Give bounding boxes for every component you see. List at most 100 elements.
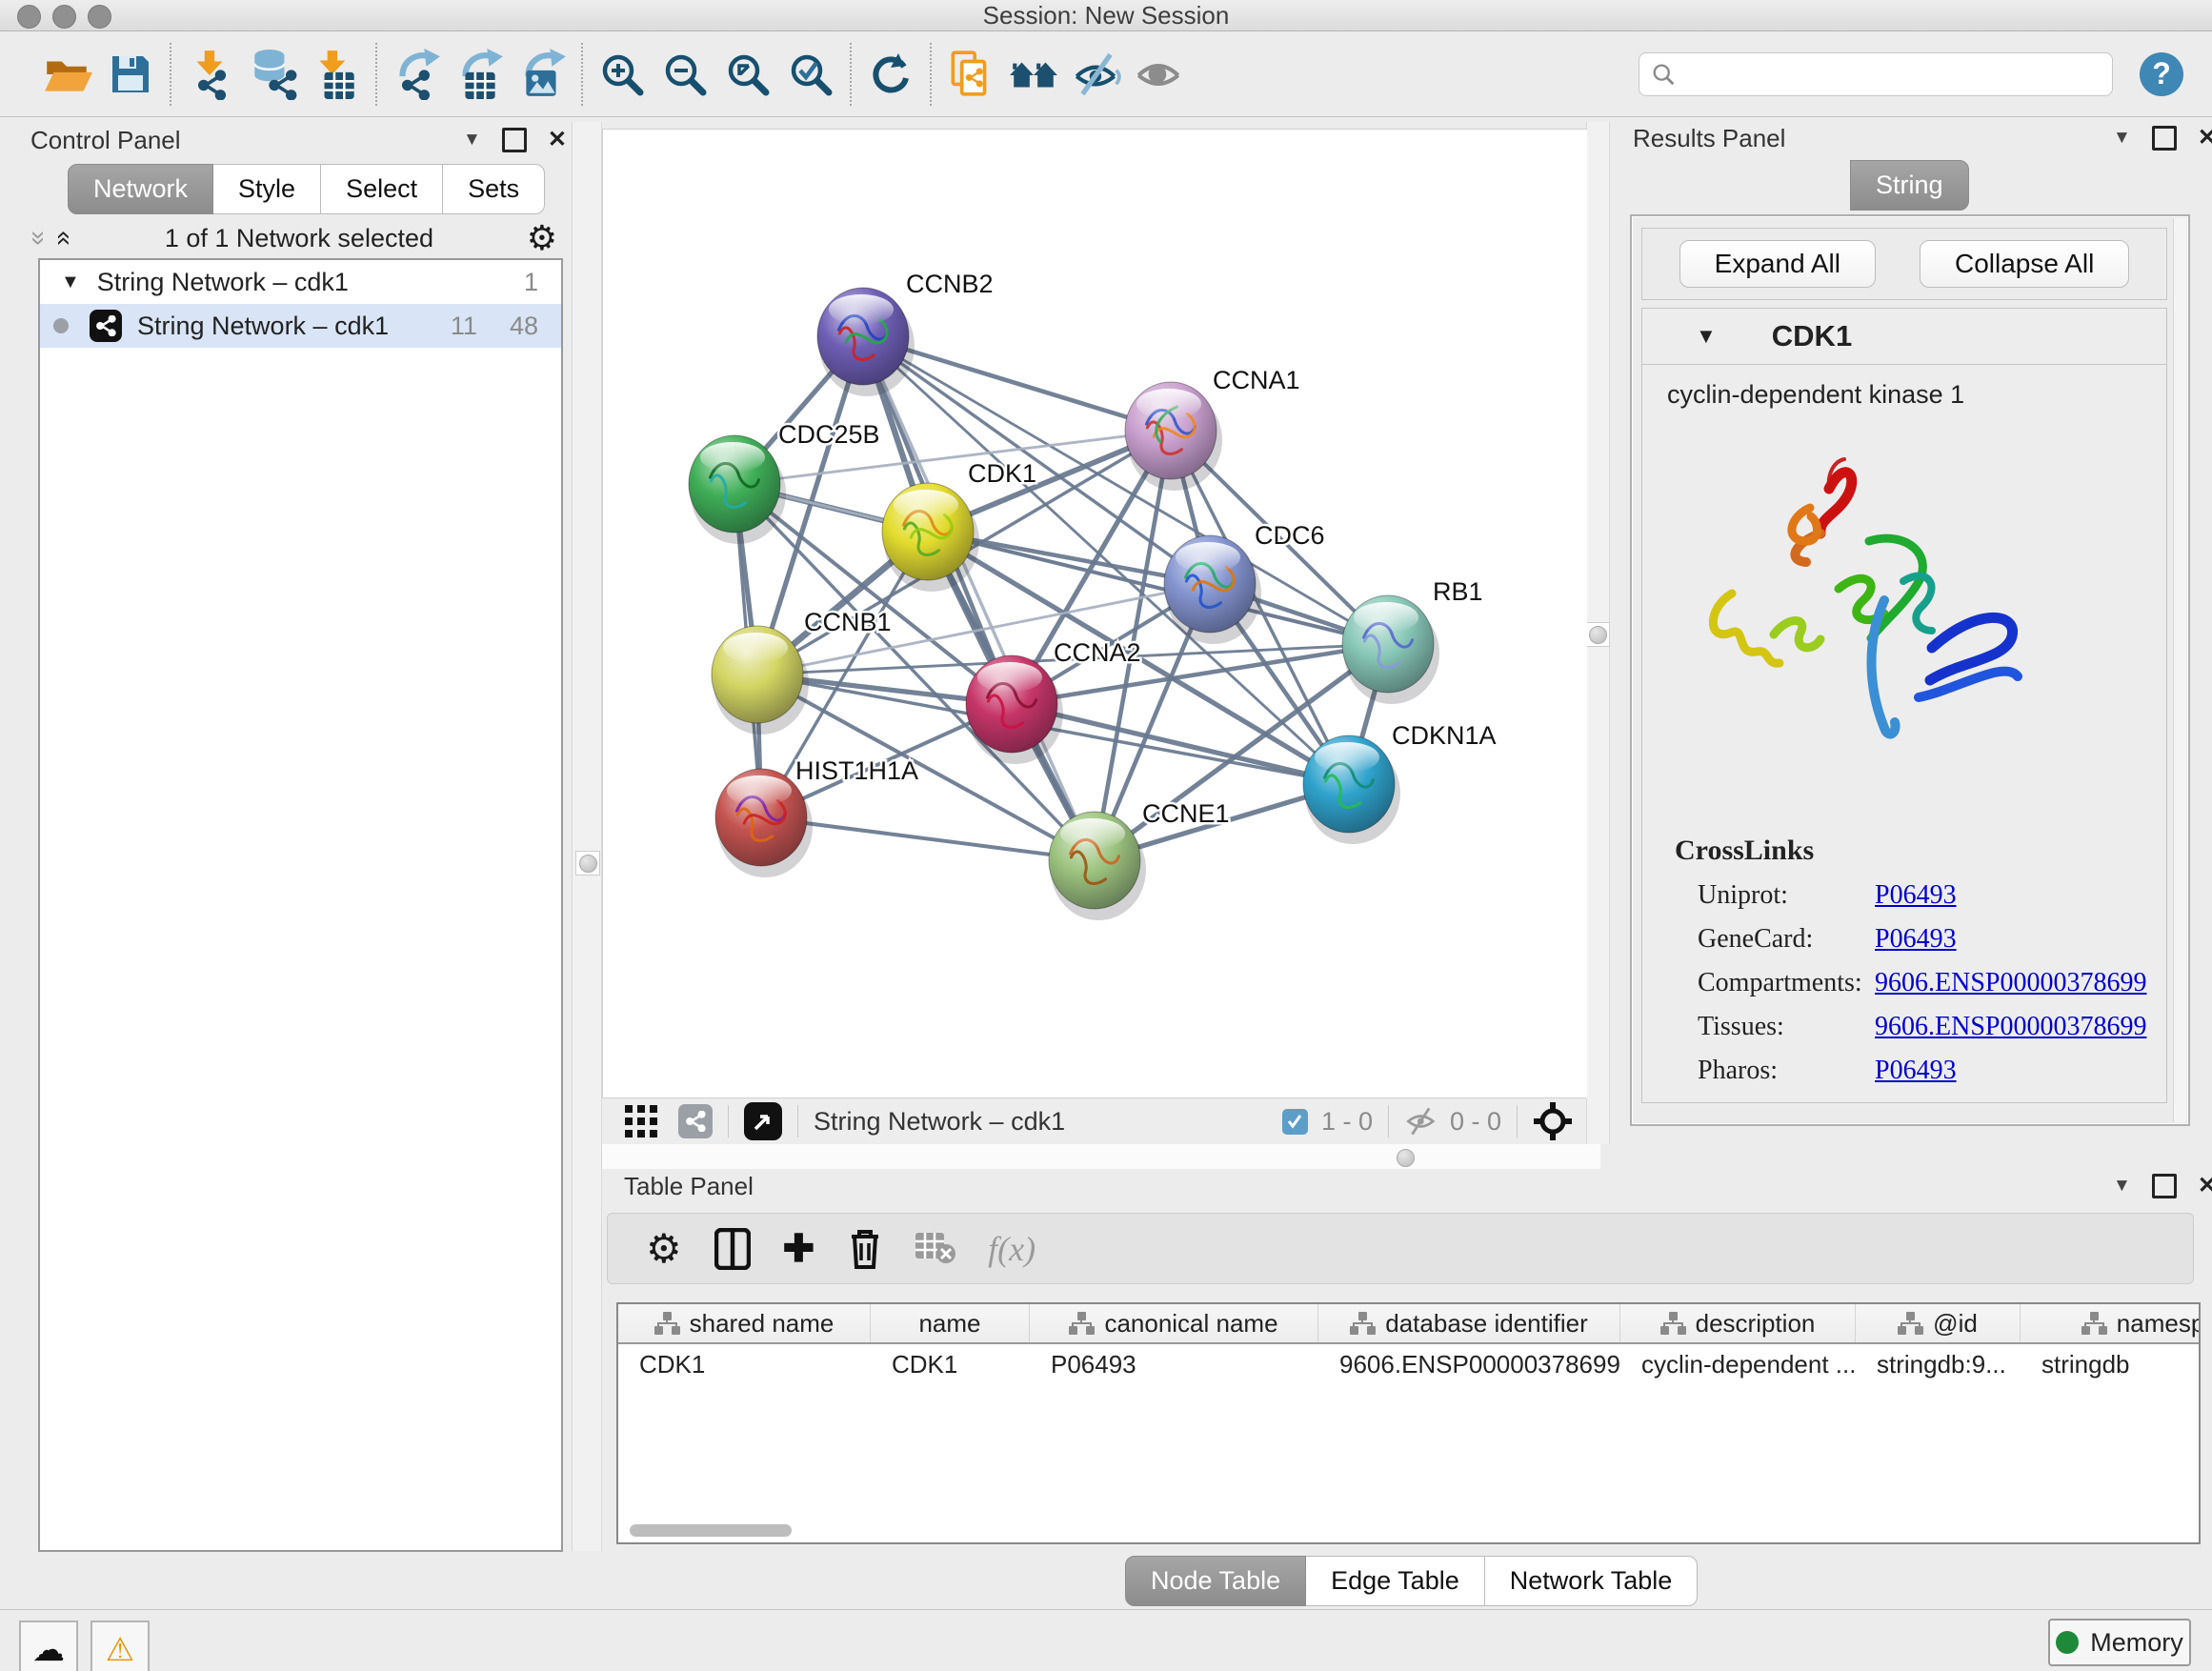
import-network-file-button[interactable]	[179, 41, 242, 108]
collapse-all-icon[interactable]: «	[21, 231, 51, 246]
tab-string[interactable]: String	[1850, 160, 1969, 211]
crosslink-link[interactable]: P06493	[1875, 880, 1957, 911]
zoom-fit-button[interactable]	[716, 41, 779, 108]
expand-all-button[interactable]: Expand All	[1679, 240, 1876, 288]
table-cell[interactable]: CDK1	[871, 1350, 1030, 1379]
network-node-CDK1[interactable]: CDK1	[882, 459, 1036, 592]
tab-network[interactable]: Network	[68, 164, 213, 214]
table-cell[interactable]: stringdb	[2021, 1350, 2201, 1379]
column-header-name[interactable]: name	[871, 1304, 1030, 1342]
network-node-CCNB2[interactable]: CCNB2	[817, 270, 994, 396]
network-node-CCNB1[interactable]: CCNB1	[712, 608, 892, 735]
help-button[interactable]: ?	[2140, 52, 2183, 96]
table-row[interactable]: CDK1CDK1P064939606.ENSP00000378699cyclin…	[618, 1344, 2199, 1384]
column-header-namespace[interactable]: namespace	[2021, 1304, 2201, 1342]
table-cell[interactable]: 9606.ENSP00000378699	[1318, 1350, 1620, 1379]
expand-all-icon[interactable]: «	[49, 231, 79, 246]
panel-close-icon[interactable]: ✕	[2198, 1175, 2212, 1198]
column-type-icon	[654, 1312, 680, 1335]
collapse-all-button[interactable]: Collapse All	[1920, 240, 2129, 288]
search-input[interactable]	[1676, 60, 2101, 89]
export-image-button[interactable]	[511, 41, 573, 108]
tab-network-table[interactable]: Network Table	[1485, 1556, 1699, 1606]
refresh-button[interactable]	[859, 41, 922, 108]
horizontal-splitter-handle[interactable]	[1397, 1149, 1415, 1167]
export-table-button[interactable]	[448, 41, 511, 108]
panel-float-icon[interactable]	[2152, 1174, 2177, 1198]
node-label-HIST1H1A: HIST1H1A	[795, 756, 918, 785]
function-builder-icon[interactable]: f(x)	[988, 1229, 1036, 1269]
cloud-button[interactable]: ☁	[19, 1621, 78, 1671]
memory-button[interactable]: Memory	[2048, 1619, 2191, 1666]
section-collapse-icon[interactable]: ▼	[1696, 324, 1717, 349]
crosslink-link[interactable]: P06493	[1875, 1056, 1957, 1086]
panel-float-icon[interactable]	[2152, 126, 2177, 151]
warnings-button[interactable]: ⚠	[90, 1621, 150, 1671]
tab-edge-table[interactable]: Edge Table	[1306, 1556, 1485, 1606]
network-share-icon[interactable]	[678, 1104, 713, 1138]
hide-selected-eye-slash-button[interactable]	[1065, 41, 1128, 108]
column-header-database-identifier[interactable]: database identifier	[1318, 1304, 1620, 1342]
export-network-button[interactable]	[385, 41, 448, 108]
network-canvas[interactable]: CCNB2CCNA1CDC25BCDK1CDC6RB1CCNB1CCNA2CDK…	[602, 129, 1587, 1098]
results-scrollbar[interactable]	[2173, 218, 2186, 1122]
tab-style[interactable]: Style	[213, 164, 321, 214]
network-node-HIST1H1A[interactable]: HIST1H1A	[715, 756, 918, 877]
crosslink-label: GeneCard:	[1698, 924, 1875, 955]
zoom-out-button[interactable]	[654, 41, 716, 108]
column-header-canonical-name[interactable]: canonical name	[1030, 1304, 1318, 1342]
right-splitter-handle[interactable]	[1585, 622, 1610, 647]
network-node-CDKN1A[interactable]: CDKN1A	[1303, 721, 1497, 844]
tab-sets[interactable]: Sets	[443, 164, 545, 214]
panel-menu-icon[interactable]: ▼	[2113, 127, 2131, 150]
table-horizontal-scrollbar[interactable]	[630, 1524, 792, 1537]
table-options-gear-icon[interactable]: ⚙	[646, 1225, 682, 1272]
network-node-CDC6[interactable]: CDC6	[1164, 521, 1325, 644]
crosslink-link[interactable]: P06493	[1875, 924, 1957, 955]
network-node-RB1[interactable]: RB1	[1342, 577, 1483, 704]
crosslink-link[interactable]: 9606.ENSP00000378699	[1875, 1012, 2146, 1042]
tab-select[interactable]: Select	[321, 164, 443, 214]
collection-expand-icon[interactable]: ▼	[61, 272, 80, 293]
show-all-eye-button[interactable]	[1128, 41, 1191, 108]
panel-menu-icon[interactable]: ▼	[2113, 1175, 2131, 1198]
selected-checkbox-icon[interactable]	[1282, 1109, 1308, 1135]
cdk1-section-header[interactable]: ▼ CDK1	[1642, 309, 2166, 365]
zoom-selected-button[interactable]	[779, 41, 842, 108]
crosslink-link[interactable]: 9606.ENSP00000378699	[1875, 968, 2146, 998]
birds-eye-view-icon[interactable]	[744, 1102, 782, 1140]
column-header--id[interactable]: @id	[1856, 1304, 2021, 1342]
table-cell[interactable]: P06493	[1030, 1350, 1318, 1379]
panel-float-icon[interactable]	[502, 128, 527, 152]
zoom-in-button[interactable]	[591, 41, 654, 108]
network-options-gear-icon[interactable]: ⚙	[527, 218, 557, 258]
panel-close-icon[interactable]: ✕	[2198, 127, 2212, 150]
duplicate-page-button[interactable]	[939, 41, 1002, 108]
column-header-shared-name[interactable]: shared name	[618, 1304, 871, 1342]
delete-column-trash-icon[interactable]	[847, 1227, 883, 1271]
table-cell[interactable]: CDK1	[618, 1350, 871, 1379]
import-table-file-button[interactable]	[305, 41, 368, 108]
fit-selection-crosshair-icon[interactable]	[1533, 1101, 1573, 1141]
open-session-button[interactable]	[36, 41, 99, 108]
node-label-RB1: RB1	[1433, 577, 1483, 606]
apps-houses-icon-button[interactable]	[1002, 41, 1065, 108]
network-row-selected[interactable]: String Network – cdk1 11 48	[40, 304, 561, 348]
import-network-database-button[interactable]	[242, 41, 305, 108]
search-box[interactable]	[1639, 52, 2113, 96]
panel-close-icon[interactable]: ✕	[548, 129, 567, 151]
save-session-button[interactable]	[99, 41, 162, 108]
add-column-plus-icon[interactable]: ✚	[783, 1227, 815, 1271]
show-columns-icon[interactable]	[714, 1228, 751, 1270]
network-node-CCNE1[interactable]: CCNE1	[1049, 799, 1230, 920]
grid-view-icon[interactable]	[625, 1105, 657, 1137]
column-header-description[interactable]: description	[1620, 1304, 1856, 1342]
left-splitter-handle[interactable]	[575, 851, 600, 876]
table-cell[interactable]: cyclin-dependent ...	[1620, 1350, 1856, 1379]
table-cell[interactable]: stringdb:9...	[1856, 1350, 2021, 1379]
delete-table-icon[interactable]	[915, 1233, 955, 1265]
tab-node-table[interactable]: Node Table	[1125, 1556, 1306, 1606]
network-collection-row[interactable]: ▼ String Network – cdk1 1	[40, 260, 561, 304]
node-label-CCNA2: CCNA2	[1054, 638, 1141, 667]
panel-menu-icon[interactable]: ▼	[463, 129, 481, 151]
